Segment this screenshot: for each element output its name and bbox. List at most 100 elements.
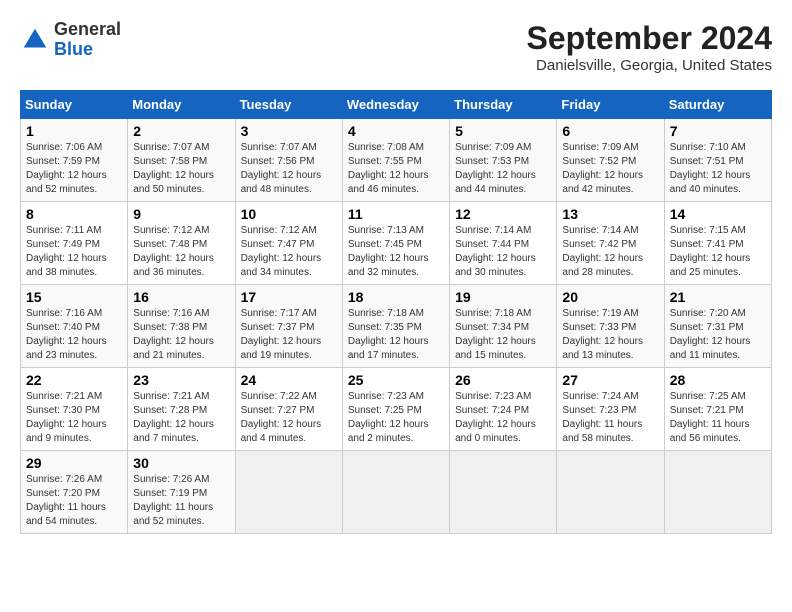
- calendar-week-2: 8 Sunrise: 7:11 AM Sunset: 7:49 PM Daylig…: [21, 202, 772, 285]
- page-header: General Blue September 2024 Danielsville…: [20, 20, 772, 74]
- day-number: 17: [241, 289, 337, 305]
- calendar-cell: 18 Sunrise: 7:18 AM Sunset: 7:35 PM Dayli…: [342, 285, 449, 368]
- calendar-cell: 3 Sunrise: 7:07 AM Sunset: 7:56 PM Daylig…: [235, 119, 342, 202]
- day-info: Sunrise: 7:15 AM Sunset: 7:41 PM Dayligh…: [670, 224, 766, 280]
- day-info: Sunrise: 7:21 AM Sunset: 7:30 PM Dayligh…: [26, 390, 122, 446]
- day-number: 15: [26, 289, 122, 305]
- day-header-sunday: Sunday: [21, 91, 128, 119]
- day-info: Sunrise: 7:16 AM Sunset: 7:38 PM Dayligh…: [133, 307, 229, 363]
- day-number: 14: [670, 206, 766, 222]
- calendar-cell: 15 Sunrise: 7:16 AM Sunset: 7:40 PM Dayli…: [21, 285, 128, 368]
- calendar-cell: 23 Sunrise: 7:21 AM Sunset: 7:28 PM Dayli…: [128, 368, 235, 451]
- days-header-row: SundayMondayTuesdayWednesdayThursdayFrid…: [21, 91, 772, 119]
- day-info: Sunrise: 7:23 AM Sunset: 7:25 PM Dayligh…: [348, 390, 444, 446]
- day-info: Sunrise: 7:18 AM Sunset: 7:34 PM Dayligh…: [455, 307, 551, 363]
- calendar-cell: 8 Sunrise: 7:11 AM Sunset: 7:49 PM Daylig…: [21, 202, 128, 285]
- calendar-cell: [664, 451, 771, 534]
- calendar-cell: 5Sunrise: 7:09 AM Sunset: 7:53 PM Daylig…: [450, 119, 557, 202]
- day-info: Sunrise: 7:06 AM Sunset: 7:59 PM Dayligh…: [26, 141, 122, 197]
- day-header-tuesday: Tuesday: [235, 91, 342, 119]
- day-number: 12: [455, 206, 551, 222]
- calendar-cell: 7Sunrise: 7:10 AM Sunset: 7:51 PM Daylig…: [664, 119, 771, 202]
- calendar-cell: 14 Sunrise: 7:15 AM Sunset: 7:41 PM Dayli…: [664, 202, 771, 285]
- title-block: September 2024 Danielsville, Georgia, Un…: [527, 20, 772, 74]
- calendar-cell: 2 Sunrise: 7:07 AM Sunset: 7:58 PM Daylig…: [128, 119, 235, 202]
- calendar-week-3: 15 Sunrise: 7:16 AM Sunset: 7:40 PM Dayli…: [21, 285, 772, 368]
- day-number: 11: [348, 206, 444, 222]
- calendar-cell: 26 Sunrise: 7:23 AM Sunset: 7:24 PM Dayli…: [450, 368, 557, 451]
- calendar-cell: 21Sunrise: 7:20 AM Sunset: 7:31 PM Dayli…: [664, 285, 771, 368]
- day-number: 5: [455, 123, 551, 139]
- calendar-cell: 11 Sunrise: 7:13 AM Sunset: 7:45 PM Dayli…: [342, 202, 449, 285]
- calendar-cell: 16 Sunrise: 7:16 AM Sunset: 7:38 PM Dayli…: [128, 285, 235, 368]
- day-info: Sunrise: 7:21 AM Sunset: 7:28 PM Dayligh…: [133, 390, 229, 446]
- day-header-saturday: Saturday: [664, 91, 771, 119]
- calendar-cell: 24Sunrise: 7:22 AM Sunset: 7:27 PM Dayli…: [235, 368, 342, 451]
- day-info: Sunrise: 7:11 AM Sunset: 7:49 PM Dayligh…: [26, 224, 122, 280]
- calendar-cell: 29 Sunrise: 7:26 AM Sunset: 7:20 PM Dayli…: [21, 451, 128, 534]
- calendar-cell: [450, 451, 557, 534]
- day-info: Sunrise: 7:12 AM Sunset: 7:48 PM Dayligh…: [133, 224, 229, 280]
- calendar-cell: 10 Sunrise: 7:12 AM Sunset: 7:47 PM Dayli…: [235, 202, 342, 285]
- day-info: Sunrise: 7:12 AM Sunset: 7:47 PM Dayligh…: [241, 224, 337, 280]
- calendar-cell: 22 Sunrise: 7:21 AM Sunset: 7:30 PM Dayli…: [21, 368, 128, 451]
- calendar-cell: 20 Sunrise: 7:19 AM Sunset: 7:33 PM Dayli…: [557, 285, 664, 368]
- day-number: 27: [562, 372, 658, 388]
- day-number: 2: [133, 123, 229, 139]
- day-number: 9: [133, 206, 229, 222]
- day-info: Sunrise: 7:08 AM Sunset: 7:55 PM Dayligh…: [348, 141, 444, 197]
- day-info: Sunrise: 7:13 AM Sunset: 7:45 PM Dayligh…: [348, 224, 444, 280]
- day-number: 16: [133, 289, 229, 305]
- calendar-cell: 12Sunrise: 7:14 AM Sunset: 7:44 PM Dayli…: [450, 202, 557, 285]
- day-number: 8: [26, 206, 122, 222]
- day-number: 20: [562, 289, 658, 305]
- calendar-cell: 25 Sunrise: 7:23 AM Sunset: 7:25 PM Dayli…: [342, 368, 449, 451]
- calendar-week-5: 29 Sunrise: 7:26 AM Sunset: 7:20 PM Dayli…: [21, 451, 772, 534]
- day-info: Sunrise: 7:23 AM Sunset: 7:24 PM Dayligh…: [455, 390, 551, 446]
- day-number: 25: [348, 372, 444, 388]
- calendar-cell: 27 Sunrise: 7:24 AM Sunset: 7:23 PM Dayli…: [557, 368, 664, 451]
- day-number: 30: [133, 455, 229, 471]
- day-info: Sunrise: 7:25 AM Sunset: 7:21 PM Dayligh…: [670, 390, 766, 446]
- day-info: Sunrise: 7:10 AM Sunset: 7:51 PM Dayligh…: [670, 141, 766, 197]
- day-info: Sunrise: 7:16 AM Sunset: 7:40 PM Dayligh…: [26, 307, 122, 363]
- calendar-cell: 4Sunrise: 7:08 AM Sunset: 7:55 PM Daylig…: [342, 119, 449, 202]
- calendar-week-4: 22 Sunrise: 7:21 AM Sunset: 7:30 PM Dayli…: [21, 368, 772, 451]
- day-number: 10: [241, 206, 337, 222]
- logo-text: General Blue: [54, 20, 121, 60]
- logo-general: General: [54, 19, 121, 39]
- day-number: 6: [562, 123, 658, 139]
- calendar-cell: 19Sunrise: 7:18 AM Sunset: 7:34 PM Dayli…: [450, 285, 557, 368]
- day-info: Sunrise: 7:22 AM Sunset: 7:27 PM Dayligh…: [241, 390, 337, 446]
- calendar-cell: 17Sunrise: 7:17 AM Sunset: 7:37 PM Dayli…: [235, 285, 342, 368]
- page-subtitle: Danielsville, Georgia, United States: [527, 57, 772, 74]
- calendar-cell: 30Sunrise: 7:26 AM Sunset: 7:19 PM Dayli…: [128, 451, 235, 534]
- calendar-cell: 13Sunrise: 7:14 AM Sunset: 7:42 PM Dayli…: [557, 202, 664, 285]
- day-number: 3: [241, 123, 337, 139]
- day-number: 1: [26, 123, 122, 139]
- day-info: Sunrise: 7:24 AM Sunset: 7:23 PM Dayligh…: [562, 390, 658, 446]
- calendar-cell: 9 Sunrise: 7:12 AM Sunset: 7:48 PM Daylig…: [128, 202, 235, 285]
- day-number: 23: [133, 372, 229, 388]
- day-info: Sunrise: 7:18 AM Sunset: 7:35 PM Dayligh…: [348, 307, 444, 363]
- calendar-cell: 6Sunrise: 7:09 AM Sunset: 7:52 PM Daylig…: [557, 119, 664, 202]
- day-info: Sunrise: 7:14 AM Sunset: 7:42 PM Dayligh…: [562, 224, 658, 280]
- day-info: Sunrise: 7:19 AM Sunset: 7:33 PM Dayligh…: [562, 307, 658, 363]
- day-number: 28: [670, 372, 766, 388]
- day-number: 29: [26, 455, 122, 471]
- logo-icon: [20, 25, 50, 55]
- day-header-thursday: Thursday: [450, 91, 557, 119]
- day-header-friday: Friday: [557, 91, 664, 119]
- logo: General Blue: [20, 20, 121, 60]
- day-number: 26: [455, 372, 551, 388]
- calendar-cell: [235, 451, 342, 534]
- day-number: 22: [26, 372, 122, 388]
- day-info: Sunrise: 7:07 AM Sunset: 7:56 PM Dayligh…: [241, 141, 337, 197]
- calendar-table: SundayMondayTuesdayWednesdayThursdayFrid…: [20, 90, 772, 534]
- calendar-cell: [342, 451, 449, 534]
- day-info: Sunrise: 7:07 AM Sunset: 7:58 PM Dayligh…: [133, 141, 229, 197]
- day-number: 18: [348, 289, 444, 305]
- calendar-week-1: 1 Sunrise: 7:06 AM Sunset: 7:59 PM Daylig…: [21, 119, 772, 202]
- calendar-cell: 28 Sunrise: 7:25 AM Sunset: 7:21 PM Dayli…: [664, 368, 771, 451]
- day-info: Sunrise: 7:26 AM Sunset: 7:20 PM Dayligh…: [26, 473, 122, 529]
